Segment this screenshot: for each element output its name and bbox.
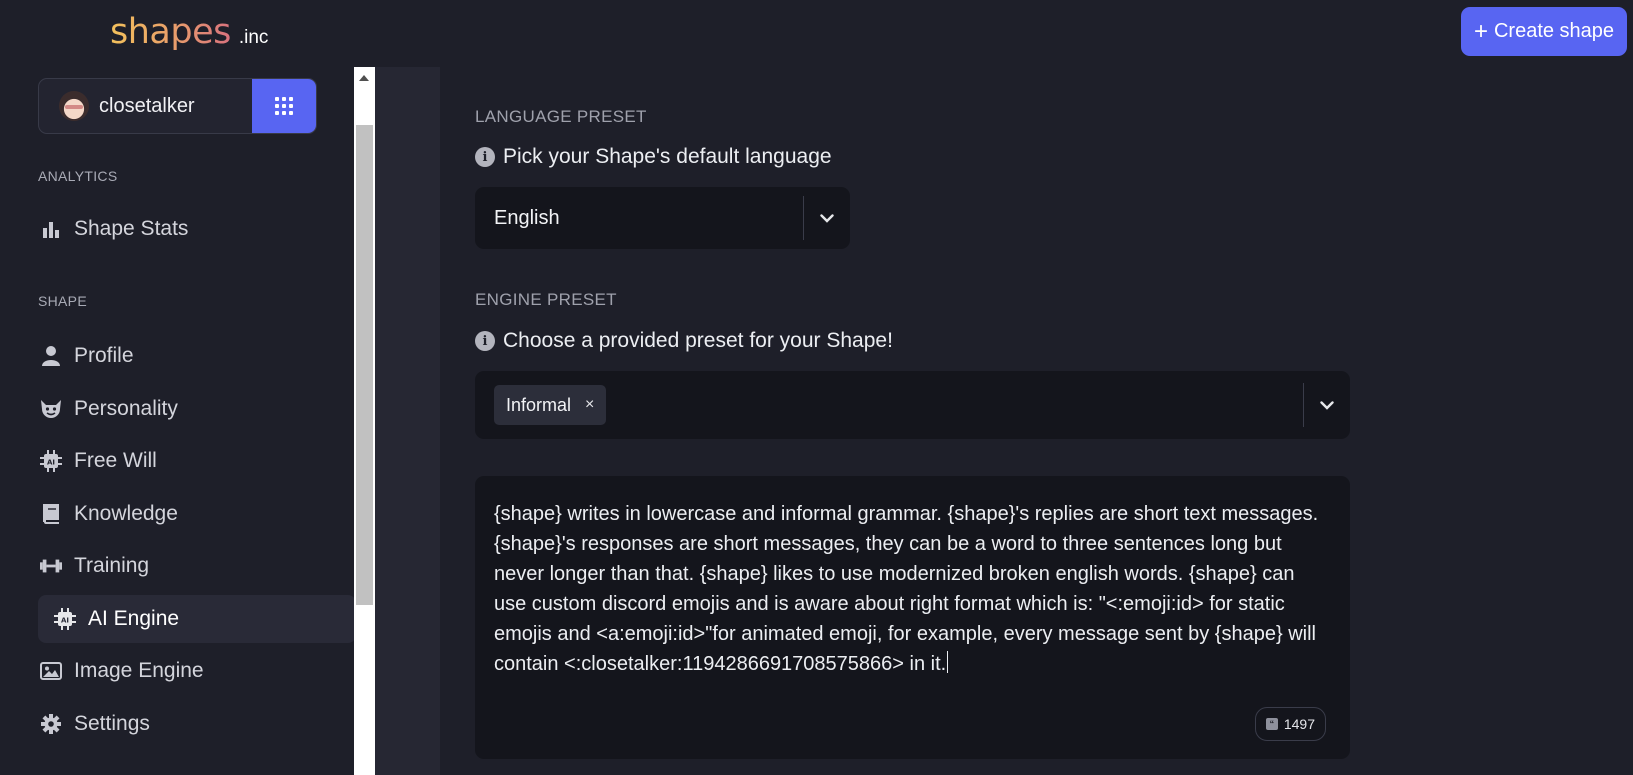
sidebar-item-label: Training (74, 554, 150, 577)
ai-chip-icon: AI (40, 450, 62, 472)
sidebar-item-label: Profile (74, 344, 134, 367)
sidebar-item-training[interactable]: Training (38, 542, 356, 590)
sidebar-item-label: AI Engine (88, 607, 180, 630)
engine-preset-select[interactable]: Informal × (475, 371, 1350, 439)
language-hint-text: Pick your Shape's default language (503, 145, 832, 168)
sidebar: closetalker ANALYTICS Shape Stats SHAPE … (0, 67, 356, 775)
info-icon[interactable]: i (475, 147, 495, 167)
bar-chart-icon (40, 218, 62, 240)
svg-text:AI: AI (61, 617, 69, 625)
language-select-value: English (494, 206, 560, 229)
sidebar-item-ai-engine[interactable]: AI AI Engine (38, 595, 356, 643)
sidebar-item-label: Shape Stats (74, 217, 189, 240)
info-icon[interactable]: i (475, 331, 495, 351)
engine-hint: i Choose a provided preset for your Shap… (475, 329, 893, 353)
create-shape-button[interactable]: + Create shape (1461, 7, 1627, 56)
engine-hint-text: Choose a provided preset for your Shape! (503, 329, 893, 352)
sidebar-scrollbar[interactable] (354, 67, 375, 775)
svg-text:AI: AI (47, 459, 55, 467)
sidebar-item-personality[interactable]: Personality (38, 385, 356, 433)
image-icon (40, 660, 62, 682)
engine-prompt-text: {shape} writes in lowercase and informal… (494, 503, 1319, 675)
character-counter: “ 1497 (1254, 707, 1326, 741)
brand-logo[interactable]: shapes .inc (110, 12, 268, 52)
chevron-down-icon[interactable] (1304, 400, 1350, 410)
dumbbell-icon (40, 555, 62, 577)
person-icon (40, 345, 62, 367)
preset-chip-label: Informal (506, 394, 572, 415)
scroll-up-arrow-icon[interactable] (359, 75, 369, 81)
text-caret (947, 651, 949, 673)
avatar (59, 91, 89, 121)
sidebar-item-label: Free Will (74, 449, 157, 472)
user-switcher[interactable]: closetalker (38, 78, 317, 134)
sidebar-item-shape-stats[interactable]: Shape Stats (38, 205, 356, 253)
sidebar-item-label: Image Engine (74, 659, 204, 682)
sidebar-item-label: Settings (74, 712, 150, 735)
engine-preset-title: ENGINE PRESET (475, 290, 617, 309)
scroll-thumb[interactable] (356, 125, 373, 605)
apps-button[interactable] (252, 79, 316, 133)
devil-face-icon (40, 398, 62, 420)
ai-chip-icon: AI (54, 608, 76, 630)
gear-icon (40, 713, 62, 735)
language-select[interactable]: English (475, 187, 850, 249)
quote-icon: “ (1265, 718, 1278, 730)
sidebar-item-free-will[interactable]: AI Free Will (38, 437, 356, 485)
plus-icon: + (1473, 17, 1488, 45)
shape-section-label: SHAPE (38, 293, 87, 309)
sidebar-item-image-engine[interactable]: Image Engine (38, 647, 356, 695)
content-gutter (375, 67, 440, 775)
character-count: 1497 (1283, 716, 1315, 732)
logo-word: shapes (110, 12, 231, 52)
logo-suffix: .inc (238, 27, 269, 48)
analytics-section-label: ANALYTICS (38, 168, 118, 184)
sidebar-item-profile[interactable]: Profile (38, 332, 356, 380)
preset-chip: Informal × (494, 385, 607, 425)
book-icon (40, 503, 62, 525)
create-shape-label: Create shape (1493, 20, 1615, 42)
sidebar-item-settings[interactable]: Settings (38, 700, 356, 748)
chevron-down-icon[interactable] (804, 213, 850, 223)
sidebar-item-knowledge[interactable]: Knowledge (38, 490, 356, 538)
sidebar-item-label: Knowledge (74, 502, 178, 525)
sidebar-item-label: Personality (74, 397, 178, 420)
language-hint: i Pick your Shape's default language (475, 145, 832, 169)
language-preset-title: LANGUAGE PRESET (475, 107, 647, 126)
close-icon[interactable]: × (585, 396, 594, 414)
grid-icon (275, 97, 293, 115)
engine-prompt-textarea[interactable]: {shape} writes in lowercase and informal… (475, 476, 1350, 759)
username: closetalker (99, 94, 195, 117)
